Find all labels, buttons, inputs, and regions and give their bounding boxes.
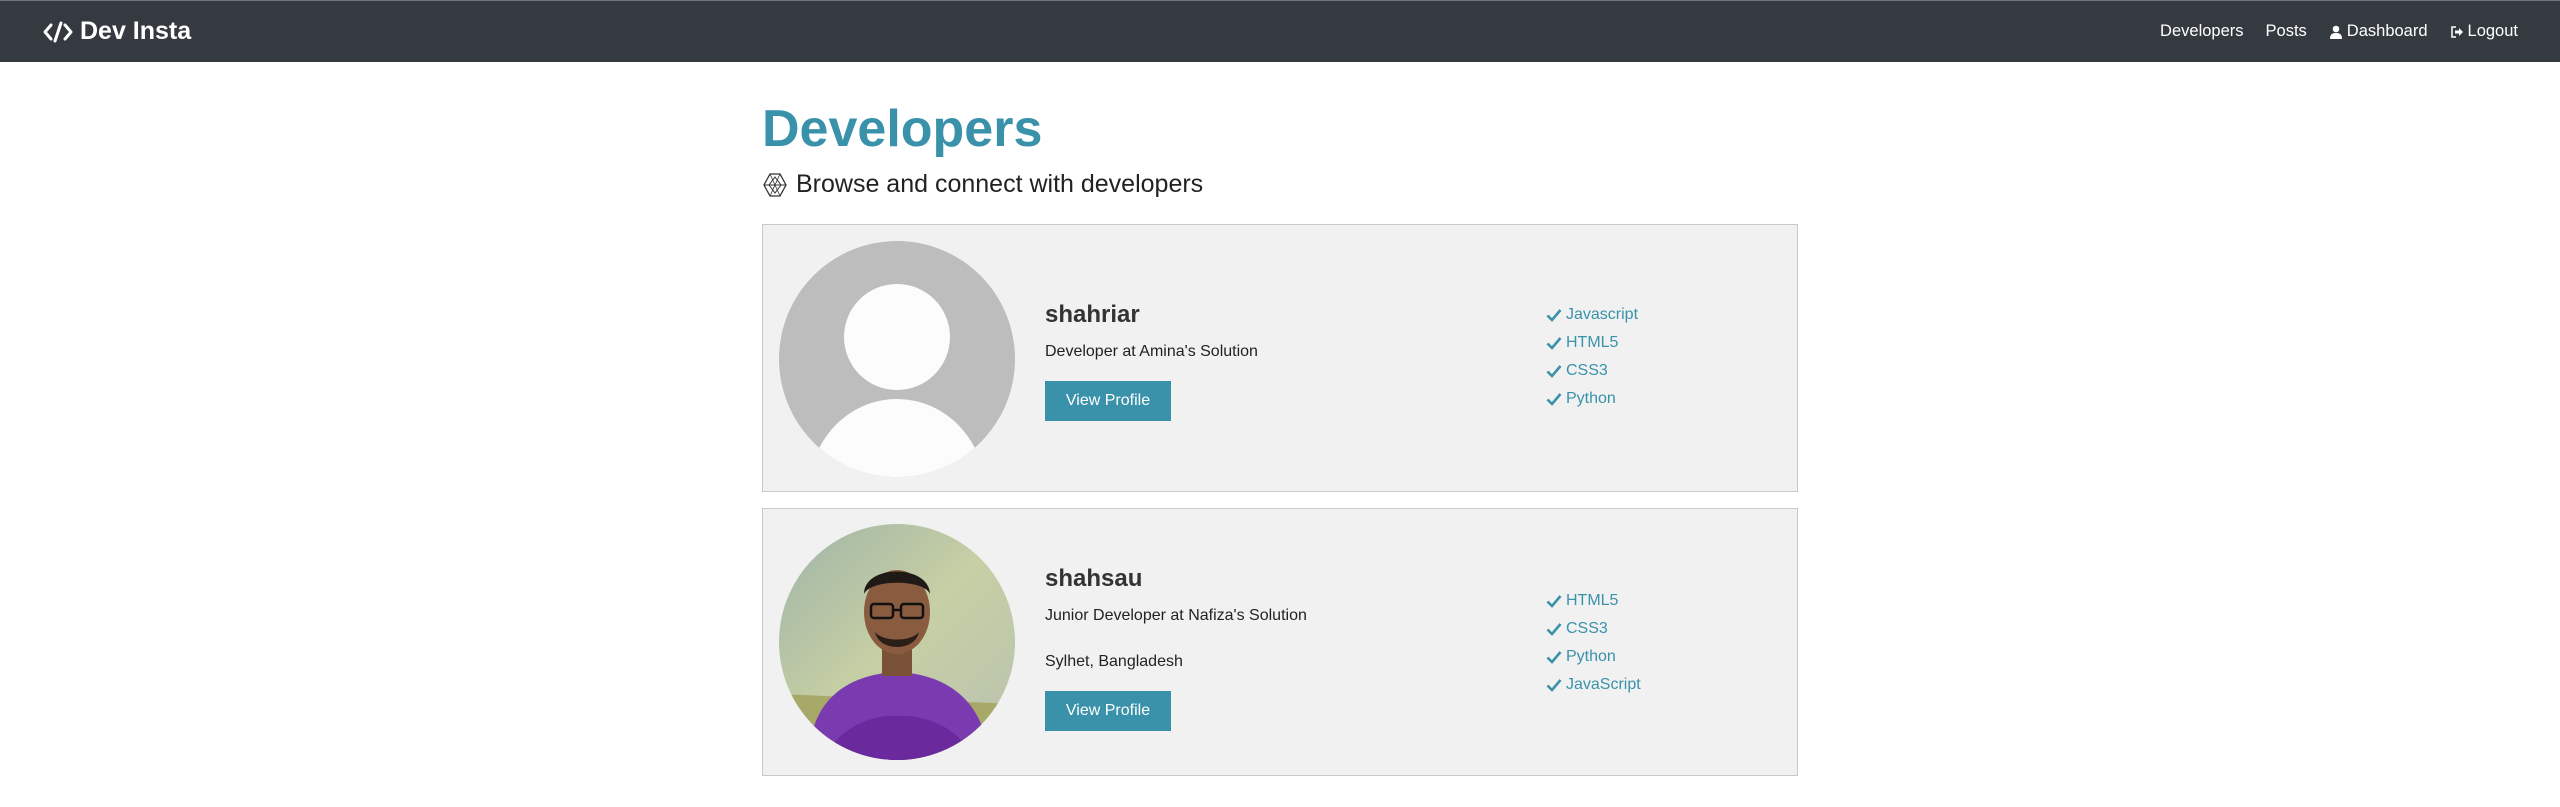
skill-label: CSS3 [1566,362,1608,379]
code-icon [43,21,73,42]
nav-developers-link[interactable]: Developers [2160,22,2243,41]
check-icon [1546,393,1562,406]
check-icon [1546,309,1562,322]
nav-dashboard-link[interactable]: Dashboard [2329,22,2428,41]
profile-role: Developer at Amina's Solution [1045,343,1258,360]
skill-item: HTML5 [1546,587,1641,615]
skill-label: CSS3 [1566,620,1608,637]
nav-developers-label: Developers [2160,22,2244,40]
profile-info: shahriar Developer at Amina's Solution V… [1045,301,1258,421]
check-icon [1546,337,1562,350]
profile-name: shahriar [1045,301,1140,328]
skill-item: Python [1546,643,1641,671]
check-icon [1546,679,1562,692]
skill-item: Python [1546,385,1638,413]
sign-out-icon [2450,25,2463,38]
skill-label: HTML5 [1566,334,1619,351]
brand-link[interactable]: Dev Insta [42,17,191,46]
profile-card: shahsau Junior Developer at Nafiza's Sol… [762,508,1798,776]
main-content: Developers Browse and connect with devel… [762,62,1798,776]
check-icon [1546,365,1562,378]
skills-list: Javascript HTML5 CSS3 Python [1546,301,1638,413]
connect-develop-icon [763,173,787,197]
page-lead-text: Browse and connect with developers [796,170,1204,199]
skill-label: Python [1566,390,1616,407]
profile-name: shahsau [1045,565,1143,592]
skill-label: JavaScript [1566,676,1641,693]
nav-links: Developers Posts Dashboard Logout [2138,22,2518,41]
page-lead: Browse and connect with developers [762,170,1798,199]
brand-label: Dev Insta [80,17,192,45]
skills-list: HTML5 CSS3 Python JavaScript [1546,587,1641,699]
skill-label: Python [1566,648,1616,665]
profile-role: Junior Developer at Nafiza's Solution [1045,607,1307,624]
check-icon [1546,623,1562,636]
skill-item: JavaScript [1546,671,1641,699]
skill-item: HTML5 [1546,329,1638,357]
nav-posts-link[interactable]: Posts [2266,22,2307,41]
profile-card: shahriar Developer at Amina's Solution V… [762,224,1798,492]
skill-item: CSS3 [1546,357,1638,385]
skill-item: Javascript [1546,301,1638,329]
navbar: Dev Insta Developers Posts Dashboard Log… [0,0,2560,62]
photo-avatar-image [779,524,1015,760]
avatar[interactable] [779,524,1015,760]
avatar[interactable] [779,241,1015,477]
skill-label: Javascript [1566,306,1639,323]
skill-item: CSS3 [1546,615,1641,643]
nav-posts-label: Posts [2265,22,2307,40]
nav-logout-link[interactable]: Logout [2450,22,2518,41]
view-profile-button[interactable]: View Profile [1045,381,1171,421]
default-avatar-icon [779,241,1015,477]
page-title: Developers [762,100,1043,158]
view-profile-button[interactable]: View Profile [1045,691,1171,731]
nav-logout-label: Logout [2467,22,2518,40]
profile-location: Sylhet, Bangladesh [1045,653,1183,670]
check-icon [1546,651,1562,664]
user-icon [2329,25,2342,39]
skill-label: HTML5 [1566,592,1619,609]
nav-dashboard-label: Dashboard [2346,22,2428,40]
check-icon [1546,595,1562,608]
profile-info: shahsau Junior Developer at Nafiza's Sol… [1045,565,1307,731]
